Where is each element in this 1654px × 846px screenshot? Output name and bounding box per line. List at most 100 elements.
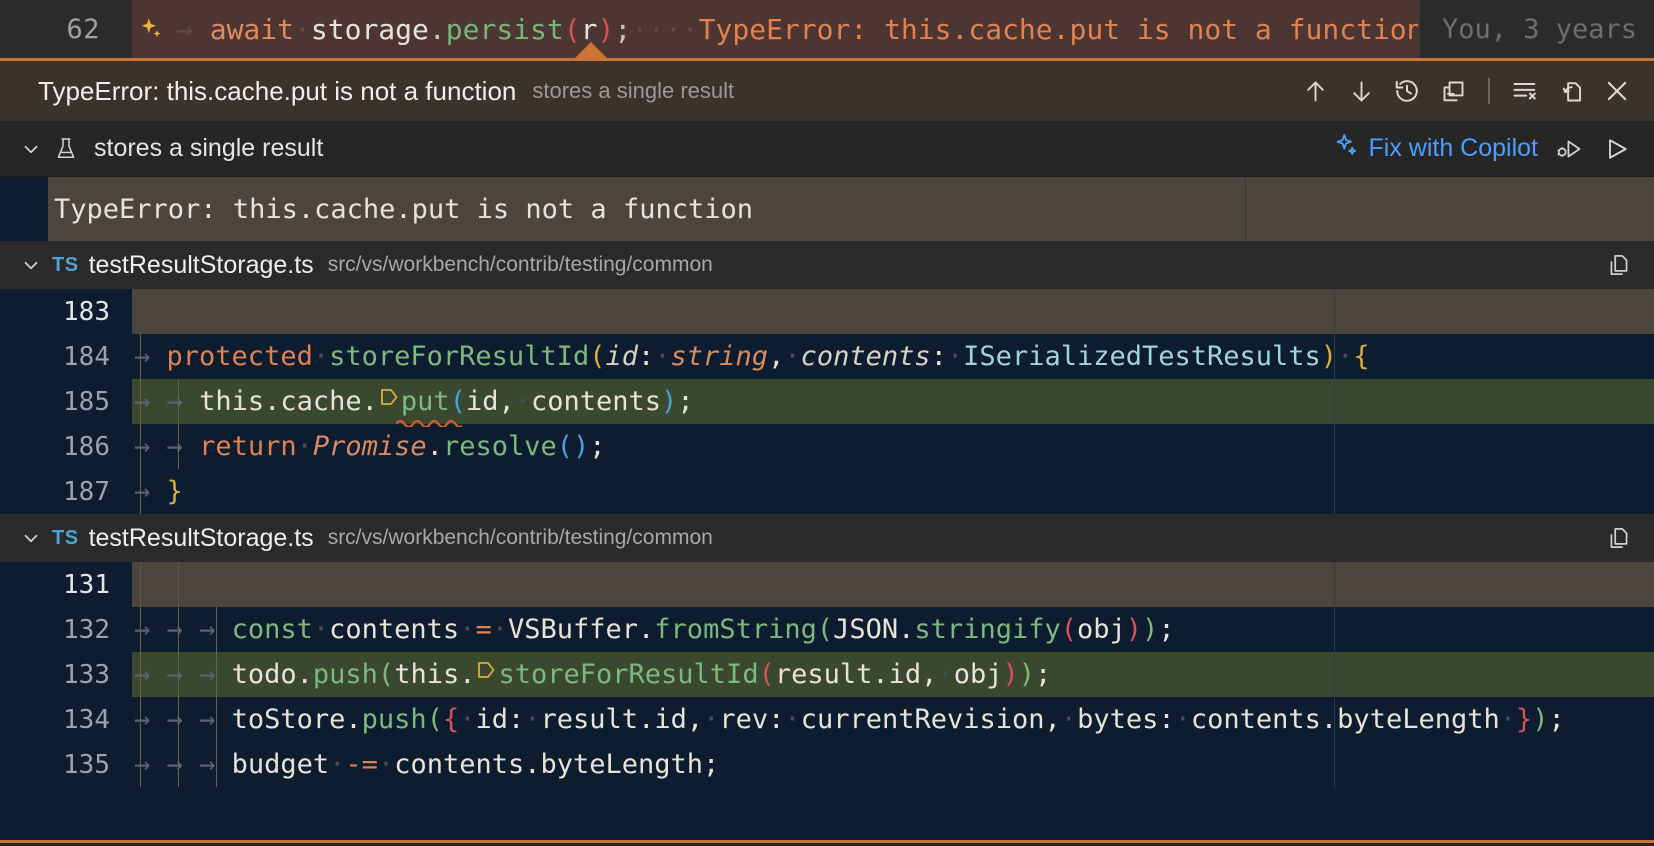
copy-icon[interactable] xyxy=(1606,252,1654,278)
typescript-icon: TS xyxy=(52,254,79,277)
git-blame-annotation[interactable]: You, 3 years a xyxy=(1418,0,1654,58)
code-line[interactable]: 135 → → → budget·-=·contents.byteLength; xyxy=(0,742,1654,787)
token-obj: obj xyxy=(1077,614,1126,645)
code-line[interactable]: 131 xyxy=(0,562,1654,607)
token-key-rev: rev xyxy=(719,704,768,735)
debug-test-icon[interactable] xyxy=(1548,128,1590,170)
token-push: push xyxy=(362,704,427,735)
close-peek-button[interactable] xyxy=(1596,70,1638,112)
line-content[interactable] xyxy=(132,289,1654,334)
token-promise: Promise xyxy=(313,431,427,462)
copy-icon[interactable] xyxy=(1606,525,1654,551)
code-block-2[interactable]: 131 132 → → → const·contents·=·VSBuffer.… xyxy=(0,562,1654,787)
peek-pointer-arrow xyxy=(574,42,608,58)
token-vsbuffer: VSBuffer xyxy=(508,614,638,645)
code-line[interactable]: 187 → } xyxy=(0,469,1654,514)
inline-error-annotation[interactable]: TypeError: this.cache.put is not a funct… xyxy=(699,13,1418,46)
token-stringify: stringify xyxy=(914,614,1060,645)
token-const: const xyxy=(232,614,313,645)
code-tokens: → → this.cache.put(id,·contents); xyxy=(134,386,694,418)
inlay-hint-icon[interactable] xyxy=(379,385,399,416)
code-line[interactable]: 183 xyxy=(0,289,1654,334)
code-line[interactable]: 186 → → return·Promise.resolve(); xyxy=(0,424,1654,469)
code-block-1[interactable]: 183 184 → protected·storeForResultId(id:… xyxy=(0,289,1654,514)
line-content[interactable]: → } xyxy=(132,469,1654,514)
peek-header: TypeError: this.cache.put is not a funct… xyxy=(0,61,1654,121)
code-line[interactable]: 134 → → → toStore.push({·id:·result.id,·… xyxy=(0,697,1654,742)
test-history-button[interactable] xyxy=(1386,70,1428,112)
inline-error-spacer: ···· xyxy=(631,13,698,46)
message-ruler xyxy=(1245,177,1246,241)
token-val-bytelength: contents.byteLength xyxy=(1191,704,1500,735)
run-test-icon[interactable] xyxy=(1596,128,1638,170)
error-message-pane: TypeError: this.cache.put is not a funct… xyxy=(0,177,1654,241)
test-name-label: stores a single result xyxy=(94,134,323,163)
chevron-down-icon[interactable] xyxy=(14,254,48,276)
chevron-down-icon[interactable] xyxy=(14,527,48,549)
line-content[interactable]: → → → todo.push(this.storeForResultId(re… xyxy=(132,652,1654,697)
token-val-resultid: result.id xyxy=(541,704,687,735)
code-line[interactable]: 185 → → this.cache.put(id,·contents); xyxy=(0,379,1654,424)
token-param-id: id xyxy=(605,341,638,372)
peek-title: TypeError: this.cache.put is not a funct… xyxy=(38,76,516,107)
line-number: 135 xyxy=(0,750,132,780)
code-line[interactable]: 133 → → → todo.push(this.storeForResultI… xyxy=(0,652,1654,697)
previous-failure-button[interactable] xyxy=(1294,70,1336,112)
copilot-sparkle-icon[interactable] xyxy=(132,0,170,58)
inlay-hint-icon[interactable] xyxy=(476,658,496,689)
line-content[interactable]: → → → budget·-=·contents.byteLength; xyxy=(132,742,1654,787)
code-tokens: → } xyxy=(134,476,183,507)
token-persist: persist xyxy=(446,13,564,46)
code-tokens: → → → toStore.push({·id:·result.id,·rev:… xyxy=(134,704,1565,735)
code-ruler xyxy=(1334,289,1335,514)
line-number: 132 xyxy=(0,615,132,645)
token-arg-contents: contents xyxy=(531,386,661,417)
token-fromstring: fromString xyxy=(654,614,817,645)
code-tokens: → → → const·contents·=·VSBuffer.fromStri… xyxy=(134,614,1175,645)
line-content[interactable]: → → this.cache.put(id,·contents); xyxy=(132,379,1654,424)
line-content[interactable]: → protected·storeForResultId(id:·string,… xyxy=(132,334,1654,379)
line-highlight xyxy=(132,562,1654,607)
token-await: await xyxy=(210,13,294,46)
code-tokens: → → → budget·-=·contents.byteLength; xyxy=(134,749,719,780)
token-tostore: toStore xyxy=(232,704,346,735)
token-key-id: id xyxy=(475,704,508,735)
token-equals: = xyxy=(475,614,491,645)
line-number: 183 xyxy=(0,297,132,327)
token-put: put xyxy=(401,386,450,417)
go-to-file-button[interactable] xyxy=(1550,70,1592,112)
code-line[interactable]: 132 → → → const·contents·=·VSBuffer.from… xyxy=(0,607,1654,652)
line-content[interactable] xyxy=(132,562,1654,607)
file-section-header-2[interactable]: TS testResultStorage.ts src/vs/workbench… xyxy=(0,514,1654,562)
token-json: JSON xyxy=(833,614,898,645)
line-number: 131 xyxy=(0,570,132,600)
file-section-header-1[interactable]: TS testResultStorage.ts src/vs/workbench… xyxy=(0,241,1654,289)
editor-code-line[interactable]: → await·storage.persist(r);····TypeError… xyxy=(170,0,1418,58)
peek-subtitle: stores a single result xyxy=(532,78,734,104)
editor-line-strip: 62 → await·storage.persist(r);····TypeEr… xyxy=(0,0,1654,58)
line-number: 185 xyxy=(0,387,132,417)
token-this: this xyxy=(199,386,264,417)
token-storage: storage xyxy=(311,13,429,46)
line-number: 187 xyxy=(0,477,132,507)
token-close-brace: } xyxy=(167,476,183,507)
test-result-row[interactable]: stores a single result Fix with Copilot xyxy=(0,121,1654,177)
editor-line-number[interactable]: 62 xyxy=(0,0,132,58)
line-number: 133 xyxy=(0,660,132,690)
open-in-editor-button[interactable] xyxy=(1432,70,1474,112)
line-content[interactable]: → → → toStore.push({·id:·result.id,·rev:… xyxy=(132,697,1654,742)
token-type-results: ISerializedTestResults xyxy=(963,341,1321,372)
chevron-down-icon[interactable] xyxy=(14,138,48,160)
code-line[interactable]: 184 → protected·storeForResultId(id:·str… xyxy=(0,334,1654,379)
fix-with-copilot-button[interactable]: Fix with Copilot xyxy=(1324,132,1549,165)
clear-results-button[interactable] xyxy=(1504,70,1546,112)
line-number: 134 xyxy=(0,705,132,735)
code-tokens: → protected·storeForResultId(id:·string,… xyxy=(134,341,1370,372)
token-result-id: result.id xyxy=(775,659,921,690)
line-content[interactable]: → → → const·contents·=·VSBuffer.fromStri… xyxy=(132,607,1654,652)
line-highlight xyxy=(132,289,1654,334)
next-failure-button[interactable] xyxy=(1340,70,1382,112)
line-content[interactable]: → → return·Promise.resolve(); xyxy=(132,424,1654,469)
typescript-icon: TS xyxy=(52,527,79,550)
token-dot: . xyxy=(429,13,446,46)
